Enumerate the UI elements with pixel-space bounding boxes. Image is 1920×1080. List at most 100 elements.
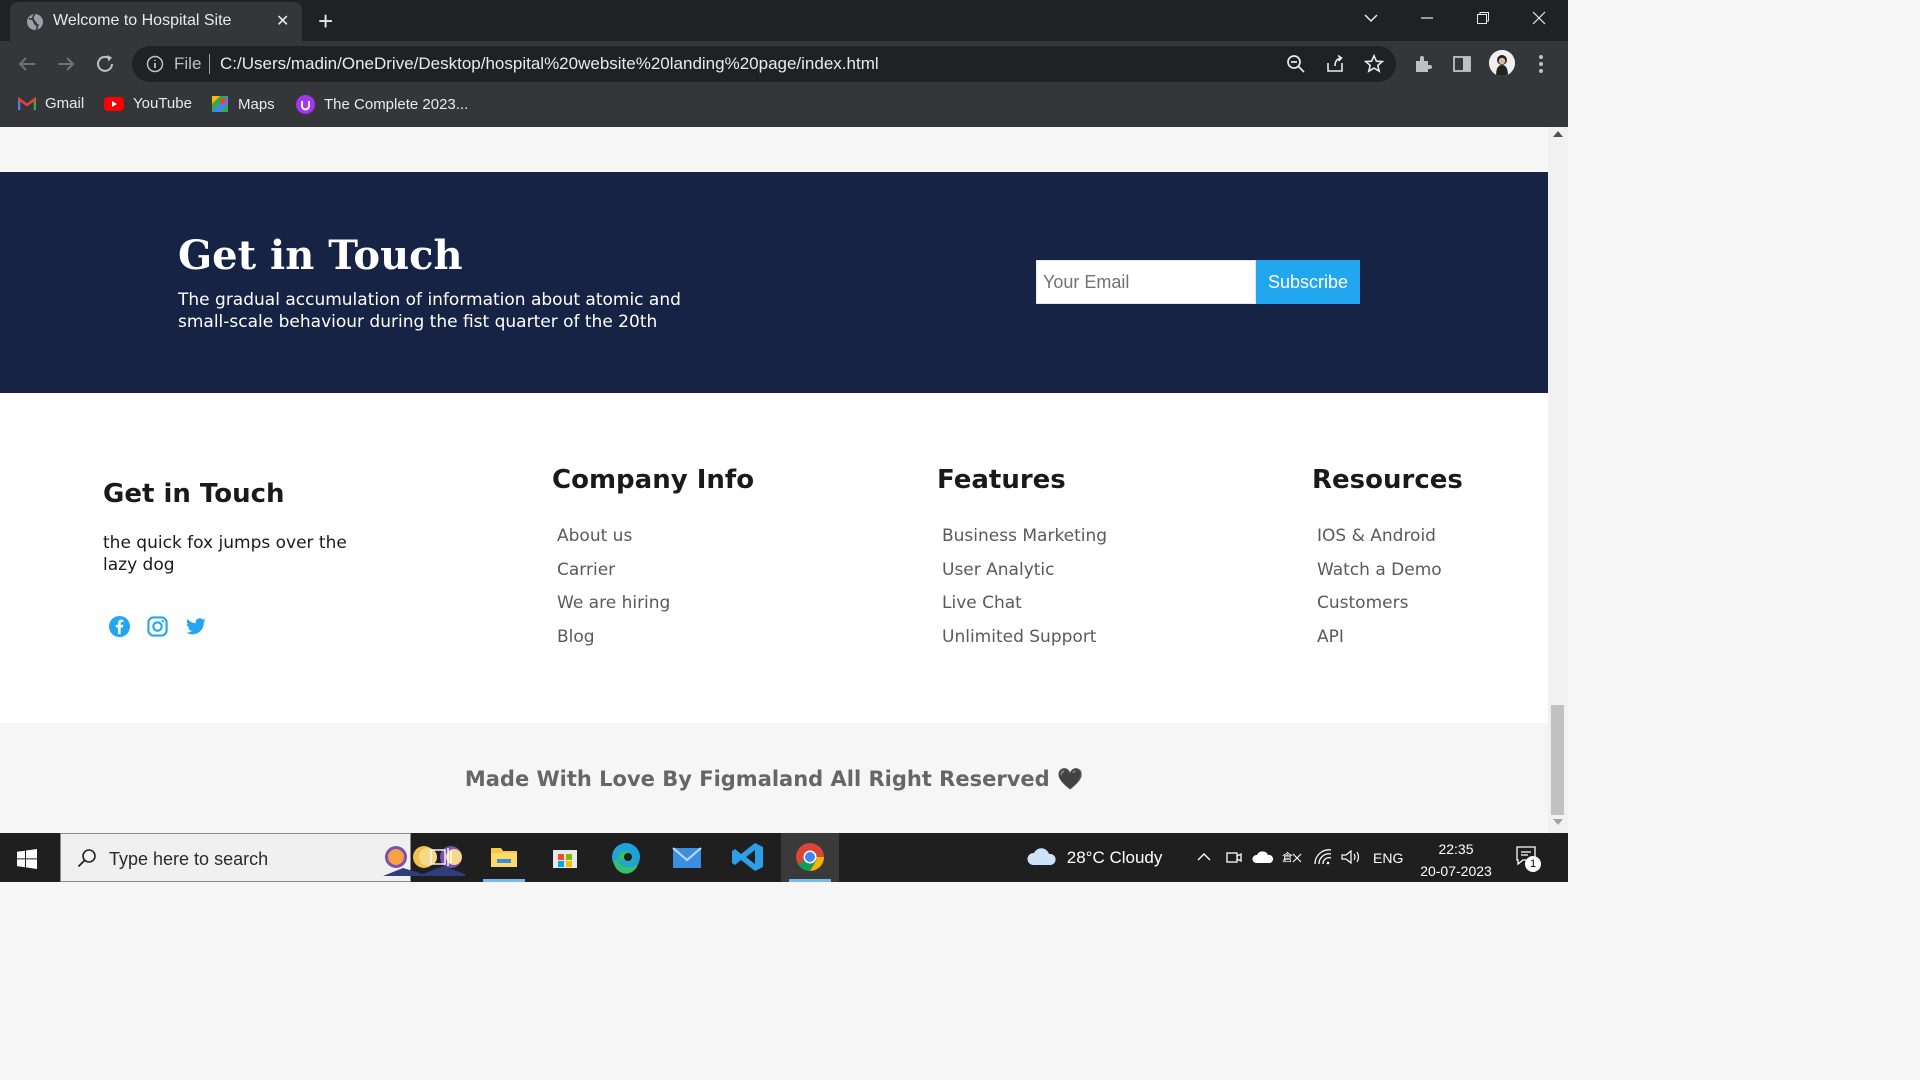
copyright-bar: Made With Love By Figmaland All Right Re…: [0, 723, 1548, 833]
footer-link[interactable]: Customers: [1317, 592, 1442, 626]
zoom-icon[interactable]: [1286, 54, 1306, 74]
footer-tagline: the quick fox jumps over the lazy dog: [103, 533, 347, 575]
store-icon: [553, 850, 577, 868]
vscode-button[interactable]: [719, 833, 777, 882]
minimize-icon[interactable]: [1399, 0, 1455, 38]
language-indicator[interactable]: ENG: [1373, 850, 1403, 866]
chrome-button[interactable]: [781, 833, 839, 882]
profile-avatar-image: [1489, 50, 1515, 76]
newsletter-title: Get in Touch: [178, 232, 463, 279]
volume-icon[interactable]: [1340, 848, 1362, 866]
footer-link[interactable]: API: [1317, 626, 1442, 660]
running-indicator: [483, 879, 525, 882]
subscribe-button[interactable]: Subscribe: [1256, 260, 1360, 304]
bookmark-label: Maps: [238, 95, 275, 113]
footer-link[interactable]: Carrier: [557, 559, 670, 593]
page-scrollbar[interactable]: [1548, 127, 1568, 833]
keyboard-language-icon[interactable]: 倉: [1282, 849, 1302, 865]
share-icon[interactable]: [1325, 54, 1345, 74]
cloud-icon: [1027, 848, 1056, 865]
footer-link[interactable]: We are hiring: [557, 592, 670, 626]
footer-link[interactable]: User Analytic: [942, 559, 1107, 593]
profile-avatar[interactable]: [1489, 50, 1515, 76]
footer-contact-title: Get in Touch: [103, 479, 285, 509]
copyright-text: Made With Love By Figmaland All Right Re…: [464, 767, 1084, 791]
footer-link[interactable]: Watch a Demo: [1317, 559, 1442, 593]
bookmark-label: The Complete 2023...: [324, 96, 469, 113]
tab-active[interactable]: Welcome to Hospital Site ✕: [10, 2, 302, 41]
footer-link[interactable]: Live Chat: [942, 592, 1107, 626]
menu-kebab-icon[interactable]: [1530, 53, 1552, 75]
bookmark-label: YouTube: [133, 95, 192, 112]
weather-text: 28°C Cloudy: [1066, 848, 1163, 867]
bookmark-star-icon[interactable]: [1364, 54, 1384, 74]
page-viewport: Get in Touch The gradual accumulation of…: [0, 127, 1548, 833]
newsletter-text: The gradual accumulation of information …: [178, 290, 681, 332]
taskview-icon: [430, 848, 452, 866]
url-separator: [209, 54, 210, 74]
taskbar-search[interactable]: Type here to search: [60, 833, 465, 882]
url-text[interactable]: C:/Users/madin/OneDrive/Desktop/hospital…: [220, 54, 879, 74]
edge-button[interactable]: [597, 833, 655, 882]
twitter-icon[interactable]: [184, 615, 207, 638]
tab-search-icon[interactable]: [1343, 0, 1399, 38]
footer-link[interactable]: Blog: [557, 626, 670, 660]
windows-taskbar: Type here to search 28°C Cloudy 倉 ENG 22…: [0, 833, 1568, 882]
side-panel-icon[interactable]: [1451, 53, 1473, 75]
footer-resources-links: IOS & Android Watch a Demo Customers API: [1317, 525, 1442, 659]
folder-icon: [491, 848, 517, 867]
scroll-up-arrow[interactable]: [1553, 131, 1563, 137]
new-tab-button[interactable]: +: [318, 6, 333, 37]
site-info-icon[interactable]: [146, 55, 164, 73]
facebook-icon[interactable]: [108, 615, 131, 638]
footer-link[interactable]: Business Marketing: [942, 525, 1107, 559]
scroll-down-arrow[interactable]: [1553, 819, 1563, 825]
clock[interactable]: 22:35 20-07-2023: [1414, 838, 1498, 882]
tab-close-icon[interactable]: ✕: [276, 11, 289, 30]
restore-icon[interactable]: [1455, 0, 1511, 38]
search-placeholder: Type here to search: [109, 849, 269, 869]
onedrive-icon[interactable]: [1252, 849, 1274, 865]
tray-overflow-icon[interactable]: [1196, 850, 1212, 864]
notification-badge: 1: [1525, 856, 1541, 872]
footer-link[interactable]: About us: [557, 525, 670, 559]
footer-company-title: Company Info: [552, 465, 755, 495]
gmail-icon: [18, 96, 36, 110]
mail-button[interactable]: [658, 833, 716, 882]
newsletter-section: Get in Touch The gradual accumulation of…: [0, 172, 1548, 393]
svg-text:倉: 倉: [1282, 850, 1293, 864]
bookmark-label: Gmail: [45, 95, 85, 112]
weather-widget[interactable]: 28°C Cloudy: [1026, 847, 1162, 868]
address-bar[interactable]: File C:/Users/madin/OneDrive/Desktop/hos…: [132, 46, 1396, 82]
store-button[interactable]: [536, 833, 594, 882]
wifi-icon[interactable]: [1313, 848, 1333, 866]
bookmark-udemy[interactable]: The Complete 2023...: [296, 95, 468, 114]
footer-features-links: Business Marketing User Analytic Live Ch…: [942, 525, 1107, 659]
search-icon: [77, 849, 96, 868]
tab-title: Welcome to Hospital Site: [53, 12, 232, 29]
social-links: [108, 615, 207, 638]
back-icon[interactable]: [15, 52, 39, 76]
bookmarks-bar: Gmail YouTube Maps The Complete 2023...: [0, 87, 1568, 127]
notification-center[interactable]: 1: [1515, 845, 1543, 872]
taskview-button[interactable]: [412, 833, 470, 882]
email-input[interactable]: [1036, 260, 1256, 304]
bookmark-gmail[interactable]: Gmail: [18, 95, 84, 112]
scroll-thumb[interactable]: [1551, 705, 1564, 815]
footer-link[interactable]: Unlimited Support: [942, 626, 1107, 660]
windows-start-icon[interactable]: [17, 849, 37, 869]
chrome-icon: [796, 843, 824, 871]
file-explorer-button[interactable]: [475, 833, 533, 882]
bookmark-maps[interactable]: Maps: [211, 95, 275, 113]
window-close-icon[interactable]: [1511, 0, 1567, 38]
meet-now-icon[interactable]: [1225, 848, 1243, 866]
forward-icon[interactable]: [54, 52, 78, 76]
extensions-icon[interactable]: [1412, 53, 1434, 75]
reload-icon[interactable]: [93, 52, 117, 76]
bookmark-youtube[interactable]: YouTube: [104, 95, 192, 112]
url-scheme: File: [174, 54, 202, 73]
edge-icon: [612, 843, 640, 874]
footer-company-links: About us Carrier We are hiring Blog: [557, 525, 670, 659]
instagram-icon[interactable]: [146, 615, 169, 638]
footer-link[interactable]: IOS & Android: [1317, 525, 1442, 559]
